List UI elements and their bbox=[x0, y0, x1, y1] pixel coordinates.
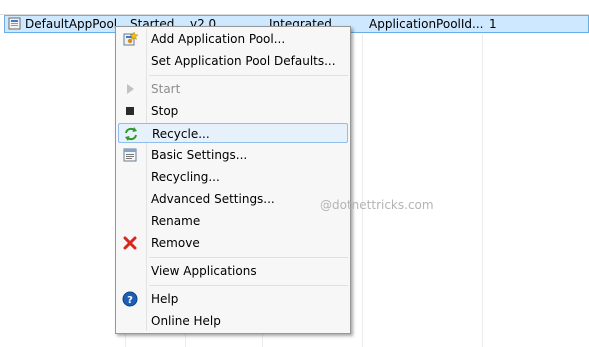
menu-item-basic-settings[interactable]: Basic Settings... bbox=[118, 145, 348, 165]
menu-item-help[interactable]: ? Help bbox=[118, 289, 348, 309]
add-app-pool-icon bbox=[123, 31, 138, 46]
menu-item-start[interactable]: Start bbox=[118, 79, 348, 99]
context-menu: Add Application Pool... Set Application … bbox=[115, 26, 351, 334]
watermark-text: @dotnettricks.com bbox=[320, 198, 434, 212]
app-pool-applications: 1 bbox=[489, 17, 497, 31]
menu-separator bbox=[149, 285, 348, 286]
app-pool-identity: ApplicationPoolId... bbox=[369, 17, 484, 31]
menu-item-online-help[interactable]: Online Help bbox=[118, 311, 348, 331]
menu-separator bbox=[149, 257, 348, 258]
basic-settings-icon bbox=[123, 148, 137, 162]
menu-item-recycle[interactable]: Recycle... bbox=[118, 123, 348, 143]
menu-item-recycling[interactable]: Recycling... bbox=[118, 167, 348, 187]
menu-item-add-application-pool[interactable]: Add Application Pool... bbox=[118, 29, 348, 49]
column-divider bbox=[482, 34, 483, 347]
menu-item-view-applications[interactable]: View Applications bbox=[118, 261, 348, 281]
stop-icon bbox=[126, 107, 134, 115]
column-divider bbox=[362, 34, 363, 347]
menu-item-remove[interactable]: Remove bbox=[118, 233, 348, 253]
menu-item-stop[interactable]: Stop bbox=[118, 101, 348, 121]
menu-item-set-application-pool-defaults[interactable]: Set Application Pool Defaults... bbox=[118, 51, 348, 71]
menu-item-advanced-settings[interactable]: Advanced Settings... bbox=[118, 189, 348, 209]
app-pool-icon bbox=[8, 17, 21, 30]
recycle-icon bbox=[125, 127, 137, 141]
app-pool-name: DefaultAppPool bbox=[25, 17, 118, 31]
help-icon: ? bbox=[122, 291, 138, 307]
menu-separator bbox=[149, 75, 348, 76]
menu-item-rename[interactable]: Rename bbox=[118, 211, 348, 231]
play-icon bbox=[127, 84, 134, 94]
svg-text:?: ? bbox=[127, 295, 133, 306]
remove-icon bbox=[123, 236, 137, 250]
